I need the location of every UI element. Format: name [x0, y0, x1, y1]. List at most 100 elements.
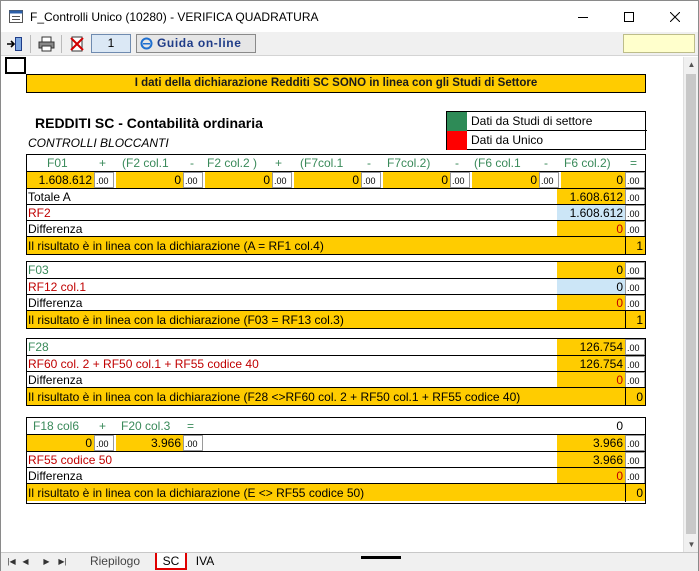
formula-op: -: [455, 156, 459, 170]
diff-label: Differenza: [28, 222, 83, 236]
value-f7col1[interactable]: 0: [294, 172, 361, 188]
selected-cell[interactable]: [5, 57, 26, 74]
print-button[interactable]: [36, 35, 56, 53]
value-f6col1[interactable]: 0: [472, 172, 539, 188]
value-f20col3[interactable]: 3.966: [116, 435, 183, 451]
formula-row: F01 + (F2 col.1 - F2 col.2 ) + (F7col.1 …: [27, 155, 645, 171]
result-row: Il risultato è in linea con la dichiaraz…: [27, 483, 645, 502]
prev-sheet-icon[interactable]: ◀: [20, 556, 31, 568]
tab-riepilogo[interactable]: Riepilogo: [75, 553, 155, 570]
formula-f7col1: (F7col.1: [300, 156, 344, 170]
values-row: 1.608.612 .00 0 .00 0 .00 0 .00 0 .00 0 …: [27, 171, 645, 188]
page-number-field[interactable]: 1: [91, 34, 131, 53]
totale-label: Totale A: [28, 190, 71, 204]
rf55-row: RF55 codice 50 3.966 .00: [27, 451, 645, 468]
decimals: .00: [94, 172, 114, 188]
exit-button[interactable]: [5, 35, 25, 53]
block-f03: F03 0 .00 RF12 col.1 0 .00 Differenza 0 …: [26, 261, 646, 329]
first-sheet-icon[interactable]: |◀: [6, 556, 17, 568]
rf2-value: 1.608.612: [557, 205, 625, 221]
decimals: .00: [625, 468, 645, 484]
result-value: 0: [625, 484, 645, 502]
formula-f2col2: F2 col.2 ): [207, 156, 258, 170]
access-form-icon: [9, 10, 23, 23]
delete-page-icon: [70, 36, 84, 52]
legend-red-swatch: [447, 131, 467, 150]
formula-op: -: [367, 156, 371, 170]
legend-studi: Dati da Studi di settore: [447, 112, 647, 131]
rf12-row: RF12 col.1 0 .00: [27, 278, 645, 295]
help-online-button[interactable]: Guida on-line: [136, 34, 256, 53]
delete-page-button[interactable]: [67, 35, 87, 53]
value-f18col6[interactable]: 0: [27, 435, 94, 451]
formula-value: 0: [616, 419, 623, 433]
minimize-icon: [578, 16, 588, 18]
last-sheet-icon[interactable]: ▶|: [57, 556, 68, 568]
decimals: .00: [361, 172, 381, 188]
decimals: .00: [625, 435, 645, 451]
f28-label: F28: [28, 340, 49, 354]
value-f2col1[interactable]: 0: [116, 172, 183, 188]
diff-value: 0: [557, 468, 625, 484]
formula-op: -: [190, 156, 194, 170]
diff-row: Differenza 0 .00: [27, 220, 645, 237]
toolbar: 1 Guida on-line: [1, 32, 698, 56]
diff-row: Differenza 0 .00: [27, 294, 645, 311]
value-f2col2[interactable]: 0: [205, 172, 272, 188]
result-row: Il risultato è in linea con la dichiaraz…: [27, 236, 645, 255]
value-f6col2[interactable]: 0: [561, 172, 625, 188]
value-f01[interactable]: 1.608.612: [27, 172, 94, 188]
decimals: .00: [625, 339, 645, 355]
diff-value: 0: [557, 372, 625, 388]
diff-row: Differenza 0 .00: [27, 371, 645, 388]
rf2-row: RF2 1.608.612 .00: [27, 204, 645, 221]
values-row: 0 .00 3.966 .00 3.966 .00: [27, 434, 645, 451]
decimals: .00: [625, 221, 645, 237]
result-value: 1: [625, 311, 645, 329]
result-row: Il risultato è in linea con la dichiaraz…: [27, 387, 645, 406]
result-label: Il risultato è in linea con la dichiaraz…: [28, 390, 521, 404]
tab-sc[interactable]: SC: [155, 553, 187, 570]
formula-op: -: [544, 156, 548, 170]
vertical-scrollbar[interactable]: ▲ ▼: [683, 57, 698, 552]
application-window: F_Controlli Unico (10280) - VERIFICA QUA…: [0, 0, 699, 571]
close-button[interactable]: [652, 1, 698, 32]
result-row: Il risultato è in linea con la dichiaraz…: [27, 310, 645, 329]
next-sheet-icon[interactable]: ▶: [41, 556, 52, 568]
formula-eq: =: [630, 156, 638, 170]
result-value: 1: [625, 237, 645, 255]
block-f18: F18 col6 + F20 col.3 = 0 0 .00 3.966 .00…: [26, 417, 646, 504]
rf60-label: RF60 col. 2 + RF50 col.1 + RF55 codice 4…: [28, 357, 259, 371]
internet-explorer-icon: [140, 37, 153, 50]
exit-door-icon: [7, 37, 22, 51]
scroll-thumb[interactable]: [686, 74, 696, 534]
formula-eq: =: [187, 419, 195, 433]
scroll-up-icon[interactable]: ▲: [684, 57, 699, 72]
decimals: .00: [183, 435, 203, 451]
diff-label: Differenza: [28, 469, 83, 483]
horizontal-scroll-thumb[interactable]: [361, 556, 401, 559]
decimals: .00: [272, 172, 292, 188]
printer-icon: [38, 36, 54, 52]
f28-value: 126.754: [557, 339, 625, 355]
formula-f20col3: F20 col.3: [121, 419, 171, 433]
section-title: REDDITI SC - Contabilità ordinaria: [35, 115, 263, 131]
scroll-down-icon[interactable]: ▼: [684, 537, 699, 552]
result-label: Il risultato è in linea con la dichiaraz…: [28, 313, 344, 327]
maximize-button[interactable]: [606, 1, 652, 32]
f03-label: F03: [28, 263, 49, 277]
diff-value: 0: [557, 221, 625, 237]
decimals: .00: [625, 295, 645, 311]
decimals: .00: [450, 172, 470, 188]
decimals: .00: [94, 435, 114, 451]
rf55-value: 3.966: [557, 452, 625, 468]
f03-value: 0: [557, 262, 625, 278]
value-f7col2[interactable]: 0: [383, 172, 450, 188]
minimize-button[interactable]: [560, 1, 606, 32]
status-indicator: [623, 34, 695, 53]
diff-label: Differenza: [28, 296, 83, 310]
legend-unico-label: Dati da Unico: [471, 133, 544, 147]
tab-iva[interactable]: IVA: [191, 553, 219, 570]
section-subtitle: CONTROLLI BLOCCANTI: [28, 136, 169, 150]
totale-value: 1.608.612: [557, 189, 625, 205]
